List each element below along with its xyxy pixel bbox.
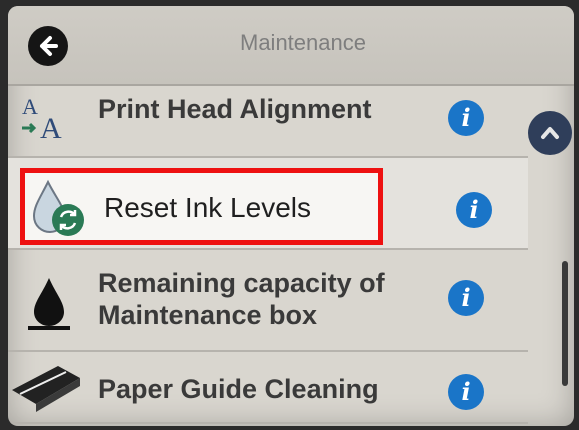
menu-item-maintenance-box[interactable]: Remaining capacity of Maintenance box i: [8, 250, 528, 352]
svg-text:A: A: [22, 94, 38, 119]
printer-screen: Maintenance A A Print Head Alignment i R…: [8, 6, 574, 426]
svg-text:A: A: [40, 112, 62, 142]
scrollbar[interactable]: [562, 261, 568, 386]
info-icon[interactable]: i: [448, 280, 484, 316]
menu-item-label: Paper Guide Cleaning: [98, 374, 379, 404]
header-bar: Maintenance: [8, 6, 574, 86]
ink-drop-icon: [26, 276, 72, 335]
menu-item-print-head-alignment[interactable]: A A Print Head Alignment i: [8, 86, 528, 158]
chevron-up-icon: [541, 127, 559, 139]
menu-item-label-line2: Maintenance box: [98, 300, 318, 330]
alignment-icon: A A: [18, 92, 78, 147]
scroll-up-button[interactable]: [528, 111, 572, 155]
menu-item-label: Reset Ink Levels: [104, 192, 311, 223]
back-arrow-icon: [40, 36, 58, 56]
ink-reset-icon: [26, 176, 90, 245]
paper-guide-icon: [8, 360, 88, 425]
menu-item-label: Print Head Alignment: [98, 94, 372, 124]
info-icon[interactable]: i: [448, 374, 484, 410]
info-icon[interactable]: i: [448, 100, 484, 136]
back-button[interactable]: [28, 26, 68, 66]
page-title: Maintenance: [240, 30, 366, 55]
menu-item-label-line1: Remaining capacity of: [98, 268, 385, 298]
info-icon[interactable]: i: [456, 192, 492, 228]
menu-item-paper-guide-cleaning[interactable]: Paper Guide Cleaning i: [8, 352, 528, 424]
